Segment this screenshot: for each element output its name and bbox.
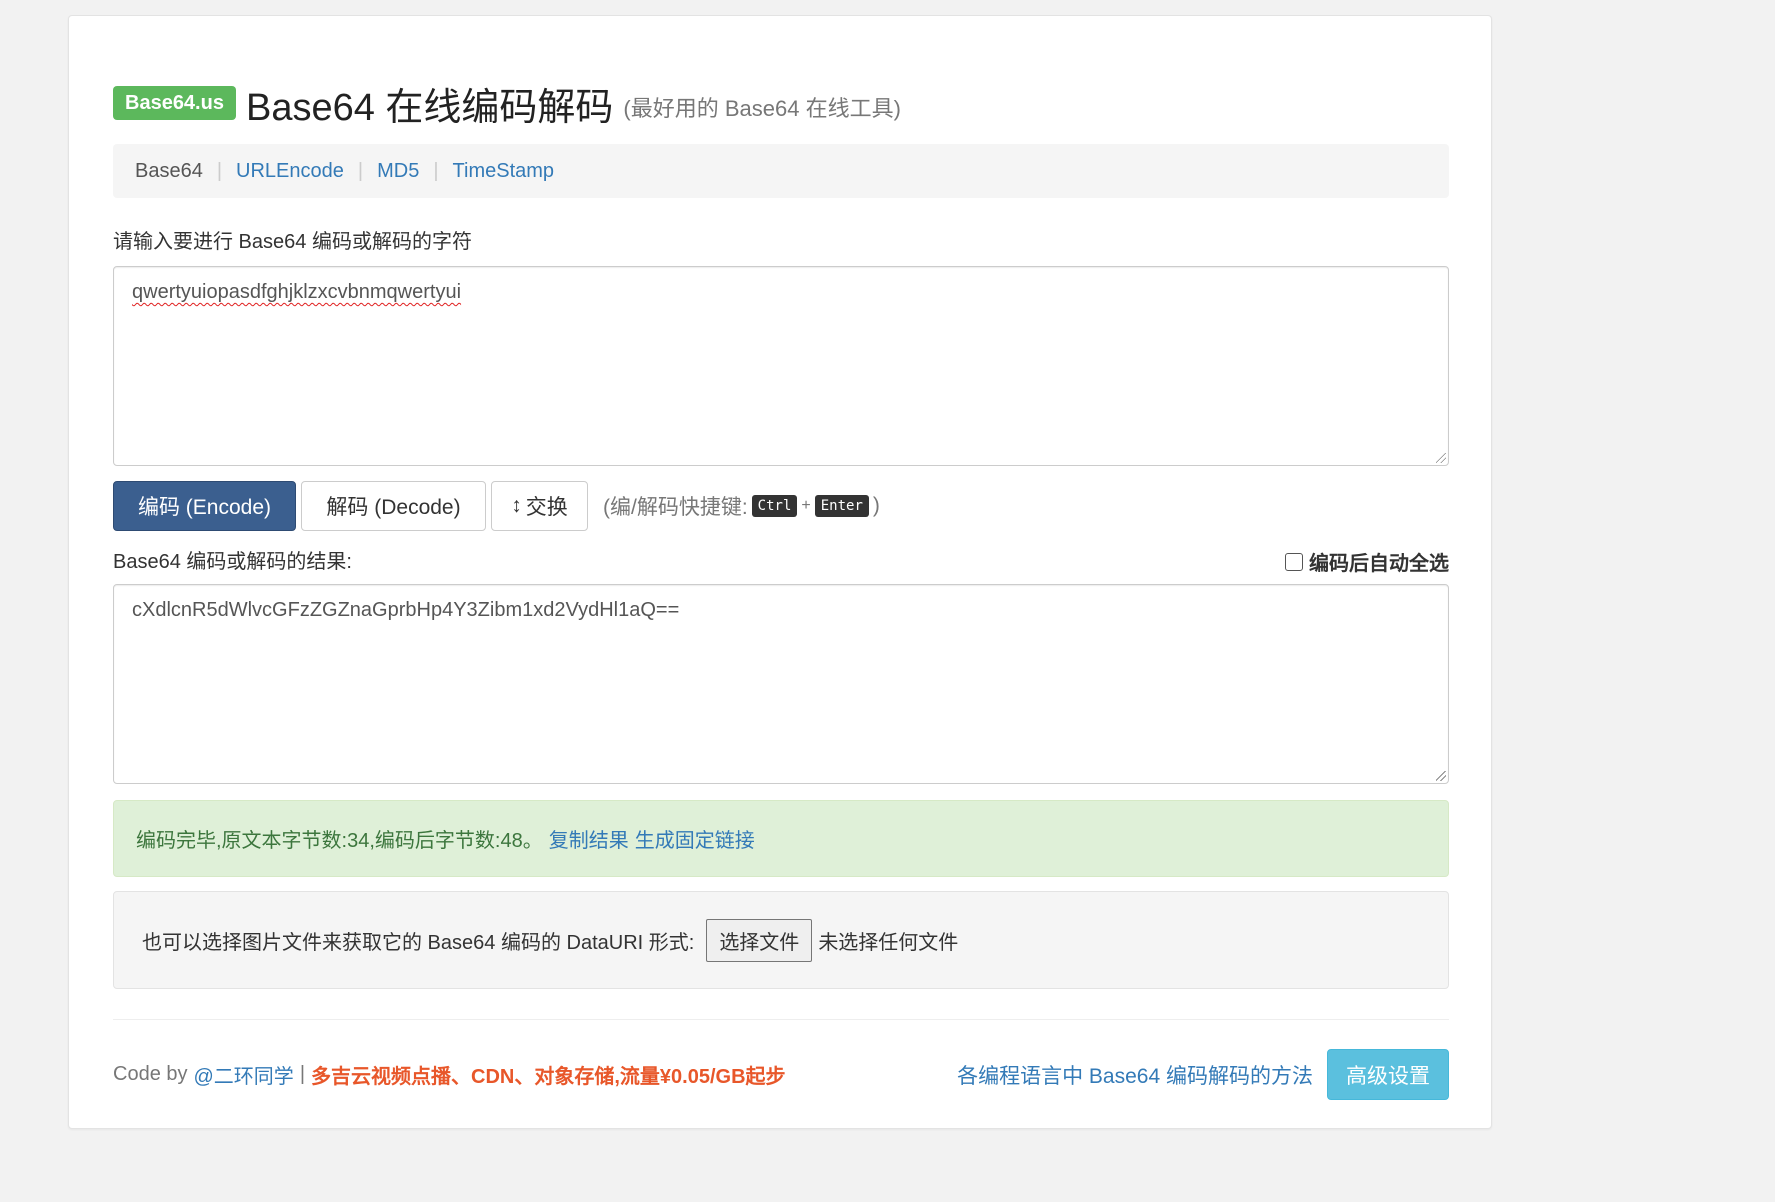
- page-subtitle: (最好用的 Base64 在线工具): [623, 96, 901, 121]
- auto-select-checkbox[interactable]: [1285, 552, 1303, 571]
- input-text: qwertyuiopasdfghjklzxcvbnmqwertyui: [132, 281, 462, 303]
- encode-button[interactable]: 编码 (Encode): [113, 481, 296, 531]
- auto-select-label[interactable]: 编码后自动全选: [1309, 547, 1449, 576]
- shortcut-hint: (编/解码快捷键: Ctrl + Enter ): [603, 491, 880, 521]
- file-panel: 也可以选择图片文件来获取它的 Base64 编码的 DataURI 形式: 选择…: [113, 891, 1449, 989]
- promo-link[interactable]: 多吉云视频点播、CDN、对象存储,流量¥0.05/GB起步: [311, 1060, 786, 1089]
- advanced-settings-button[interactable]: 高级设置: [1327, 1049, 1449, 1100]
- methods-link[interactable]: 各编程语言中 Base64 编码解码的方法: [957, 1060, 1313, 1090]
- nav-item-urlencode[interactable]: URLEncode: [236, 160, 344, 183]
- ctrl-key: Ctrl: [751, 495, 798, 517]
- permalink-link[interactable]: 生成固定链接: [635, 824, 755, 853]
- nav-item-timestamp[interactable]: TimeStamp: [453, 160, 555, 183]
- footer: Code by @二环同学 | 多吉云视频点播、CDN、对象存储,流量¥0.05…: [113, 1049, 1449, 1100]
- resize-grip-icon[interactable]: [1436, 771, 1446, 781]
- swap-arrows-icon: ↕: [511, 494, 522, 517]
- shortcut-suffix: ): [872, 494, 880, 517]
- input-label: 请输入要进行 Base64 编码或解码的字符: [113, 231, 472, 253]
- auto-select-option[interactable]: 编码后自动全选: [1285, 547, 1449, 576]
- main-card: Base64.us Base64 在线编码解码 (最好用的 Base64 在线工…: [68, 15, 1492, 1129]
- shortcut-prefix: (编/解码快捷键:: [603, 496, 748, 519]
- shortcut-plus: +: [801, 497, 811, 514]
- footer-actions: 各编程语言中 Base64 编码解码的方法 高级设置: [957, 1049, 1449, 1100]
- swap-label: 交换: [525, 496, 568, 519]
- result-message: 编码完毕,原文本字节数:34,编码后字节数:48。: [136, 830, 543, 852]
- output-text: cXdlcnR5dWlvcGFzZGZnaGprbHp4Y3Zibm1xd2Vy…: [132, 599, 680, 621]
- brand-badge[interactable]: Base64.us: [113, 86, 236, 120]
- file-status: 未选择任何文件: [818, 931, 959, 954]
- nav-separator: |: [357, 159, 364, 182]
- result-alert: 编码完毕,原文本字节数:34,编码后字节数:48。 复制结果 生成固定链接: [113, 800, 1449, 877]
- output-label: Base64 编码或解码的结果:: [113, 551, 352, 573]
- footer-divider: [113, 1019, 1449, 1020]
- page-title: Base64 在线编码解码: [245, 86, 614, 129]
- footer-separator: |: [299, 1063, 306, 1085]
- page-header: Base64.us Base64 在线编码解码 (最好用的 Base64 在线工…: [113, 73, 901, 133]
- file-label: 也可以选择图片文件来获取它的 Base64 编码的 DataURI 形式:: [142, 931, 695, 954]
- author-link[interactable]: @二环同学: [194, 1060, 294, 1089]
- enter-key: Enter: [814, 495, 869, 517]
- code-by-label: Code by: [113, 1063, 188, 1085]
- action-row: 编码 (Encode) 解码 (Decode) ↕ 交换 (编/解码快捷键: C…: [113, 481, 880, 531]
- nav-separator: |: [433, 159, 439, 182]
- resize-grip-icon[interactable]: [1436, 453, 1446, 463]
- nav-item-md5[interactable]: MD5: [377, 160, 419, 183]
- tool-nav: Base64 | URLEncode | MD5 | TimeStamp: [113, 144, 1449, 198]
- footer-credits: Code by @二环同学 | 多吉云视频点播、CDN、对象存储,流量¥0.05…: [113, 1060, 786, 1089]
- decode-button[interactable]: 解码 (Decode): [301, 481, 486, 531]
- input-textarea[interactable]: qwertyuiopasdfghjklzxcvbnmqwertyui: [113, 266, 1449, 466]
- output-textarea[interactable]: cXdlcnR5dWlvcGFzZGZnaGprbHp4Y3Zibm1xd2Vy…: [113, 584, 1449, 784]
- copy-result-link[interactable]: 复制结果: [549, 824, 629, 853]
- choose-file-button[interactable]: 选择文件: [706, 918, 813, 962]
- nav-separator: |: [216, 159, 223, 182]
- nav-item-base64[interactable]: Base64: [135, 160, 203, 183]
- swap-button[interactable]: ↕ 交换: [491, 481, 588, 531]
